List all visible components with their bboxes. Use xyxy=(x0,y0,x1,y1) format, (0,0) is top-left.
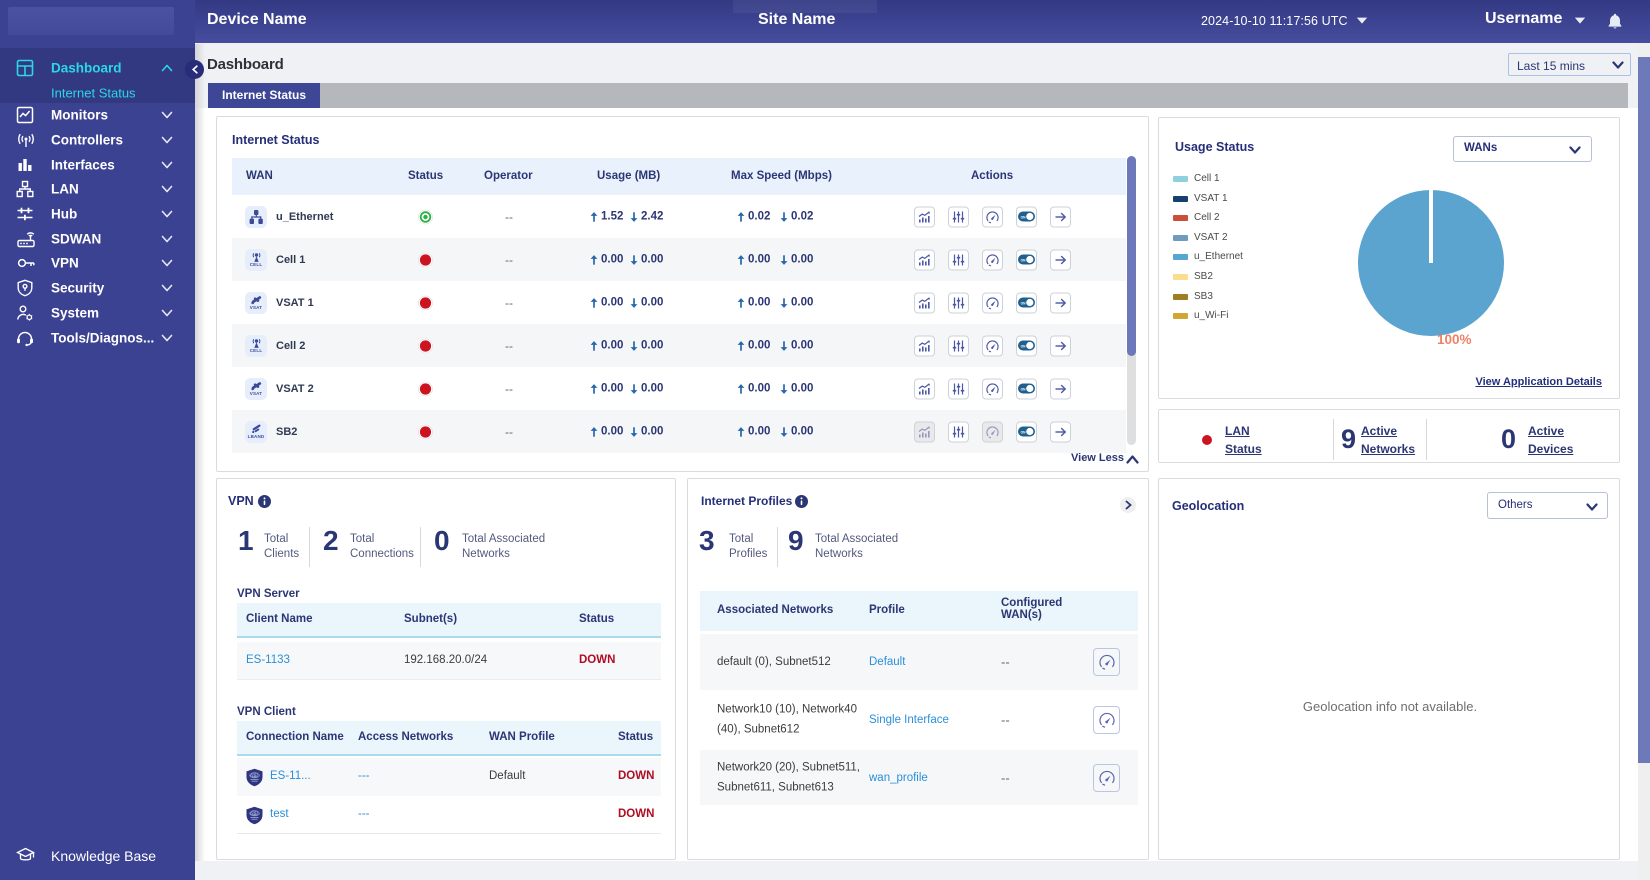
svg-text:ON: ON xyxy=(1021,215,1026,219)
svg-text:ON: ON xyxy=(1021,258,1026,262)
svg-text:ON: ON xyxy=(1021,301,1026,305)
svg-text:VPN: VPN xyxy=(250,773,259,778)
svg-text:ON: ON xyxy=(1021,344,1026,348)
svg-text:VPN: VPN xyxy=(250,811,259,816)
svg-text:ON: ON xyxy=(1021,430,1026,434)
svg-text:ON: ON xyxy=(1021,387,1026,391)
